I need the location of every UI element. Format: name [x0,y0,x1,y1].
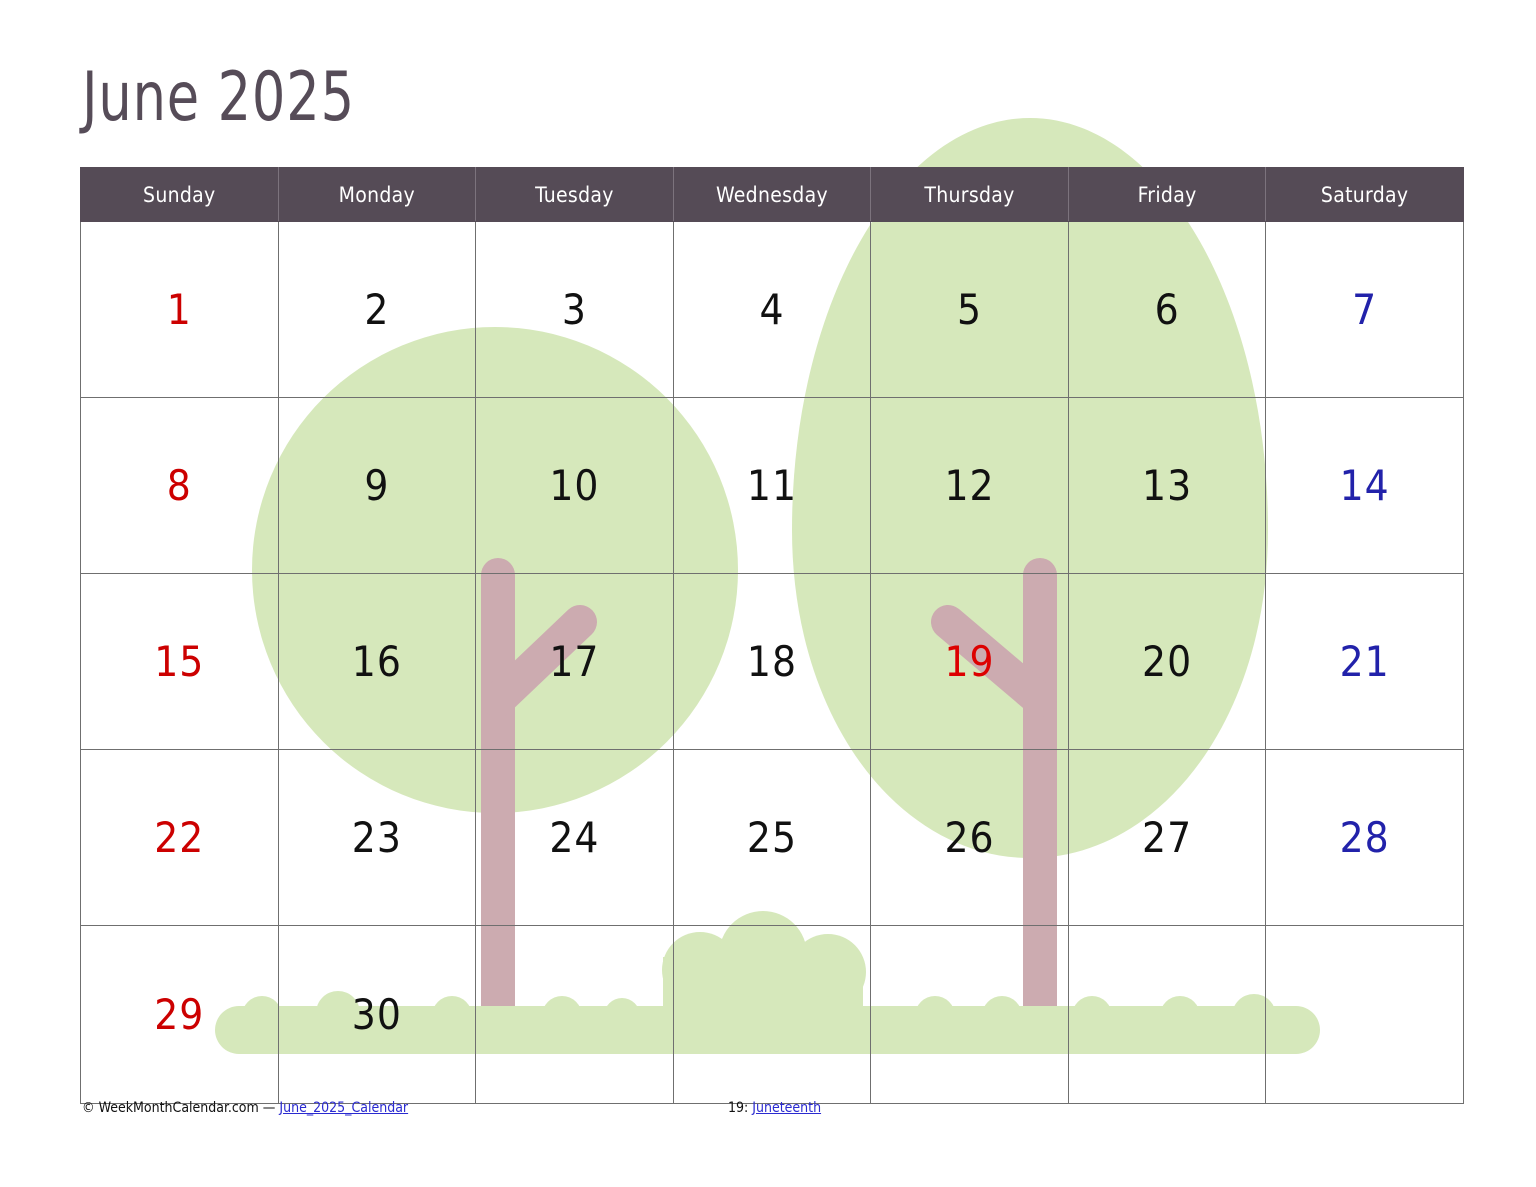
weekday-header-wednesday: Wednesday [672,167,872,222]
day-number: 25 [746,812,797,862]
weekday-header-monday: Monday [277,167,477,222]
day-number: 14 [1339,460,1390,510]
day-cell[interactable]: 10 [475,397,674,574]
day-number: 11 [746,460,797,510]
day-cell[interactable]: 6 [1067,221,1267,398]
footer-holiday-link[interactable]: Juneteenth [752,1100,821,1116]
day-number: 18 [746,636,797,686]
day-cell[interactable]: 21 [1265,573,1464,750]
day-number: 4 [759,284,785,334]
day-cell-empty [672,925,872,1104]
footer-dash: — [262,1100,276,1116]
day-number: 22 [154,812,205,862]
day-cell[interactable]: 11 [672,397,872,574]
footer-calendar-link[interactable]: June_2025_Calendar [279,1100,408,1116]
day-number: 9 [364,460,390,510]
day-number: 1 [166,284,192,334]
day-number: 5 [957,284,983,334]
day-cell[interactable]: 3 [475,221,674,398]
day-cell[interactable]: 19 [870,573,1069,750]
day-cell[interactable]: 9 [277,397,477,574]
day-number: 20 [1142,636,1193,686]
day-cell-empty [1067,925,1267,1104]
day-number: 21 [1339,636,1390,686]
day-number: 29 [154,989,205,1039]
day-cell[interactable]: 5 [870,221,1069,398]
day-number: 27 [1142,812,1193,862]
weekday-header-tuesday: Tuesday [475,167,674,222]
calendar-week-row: 29 30 [80,925,1464,1104]
copyright-icon: © [82,1100,95,1116]
day-number: 12 [944,460,995,510]
day-number: 7 [1352,284,1378,334]
weekday-header-saturday: Saturday [1265,167,1464,222]
day-cell[interactable]: 24 [475,749,674,926]
day-cell[interactable]: 17 [475,573,674,750]
footer-holiday-date: 19: [728,1100,749,1116]
calendar-week-row: 22 23 24 25 26 27 28 [80,749,1464,926]
day-cell[interactable]: 8 [80,397,279,574]
footer-credit: © WeekMonthCalendar.com — June_2025_Cale… [82,1100,408,1116]
day-number: 17 [549,636,600,686]
day-number: 24 [549,812,600,862]
day-cell[interactable]: 7 [1265,221,1464,398]
calendar-page: June 2025 Sunday Monday Tuesday Wednesda… [0,0,1536,1187]
weekday-header-thursday: Thursday [870,167,1069,222]
day-cell[interactable]: 12 [870,397,1069,574]
day-cell[interactable]: 4 [672,221,872,398]
day-cell-empty [870,925,1069,1104]
day-cell[interactable]: 22 [80,749,279,926]
day-cell-empty [1265,925,1464,1104]
day-cell[interactable]: 16 [277,573,477,750]
day-cell-empty [475,925,674,1104]
day-cell[interactable]: 18 [672,573,872,750]
calendar-week-row: 15 16 17 18 19 20 21 [80,573,1464,750]
day-cell[interactable]: 14 [1265,397,1464,574]
day-cell[interactable]: 26 [870,749,1069,926]
day-cell[interactable]: 23 [277,749,477,926]
weekday-header-row: Sunday Monday Tuesday Wednesday Thursday… [80,167,1464,222]
day-cell[interactable]: 29 [80,925,279,1104]
calendar-week-row: 8 9 10 11 12 13 14 [80,397,1464,574]
day-cell[interactable]: 2 [277,221,477,398]
day-number: 10 [549,460,600,510]
day-number: 28 [1339,812,1390,862]
weekday-header-friday: Friday [1067,167,1267,222]
day-cell[interactable]: 30 [277,925,477,1104]
day-number: 3 [561,284,587,334]
day-cell[interactable]: 15 [80,573,279,750]
page-title: June 2025 [82,58,355,137]
footer: © WeekMonthCalendar.com — June_2025_Cale… [80,1100,1456,1126]
day-number: 13 [1142,460,1193,510]
day-cell[interactable]: 13 [1067,397,1267,574]
day-cell[interactable]: 25 [672,749,872,926]
calendar-grid: Sunday Monday Tuesday Wednesday Thursday… [80,167,1464,1104]
calendar-week-row: 1 2 3 4 5 6 7 [80,221,1464,398]
day-number: 15 [154,636,205,686]
day-cell[interactable]: 28 [1265,749,1464,926]
day-number: 16 [351,636,402,686]
day-number: 23 [351,812,402,862]
day-number: 19 [944,636,995,686]
day-number: 30 [351,989,402,1039]
day-cell[interactable]: 27 [1067,749,1267,926]
footer-holiday-note: 19: Juneteenth [728,1100,821,1116]
weekday-header-sunday: Sunday [80,167,279,222]
day-number: 26 [944,812,995,862]
day-number: 8 [166,460,192,510]
day-number: 2 [364,284,390,334]
day-cell[interactable]: 20 [1067,573,1267,750]
day-number: 6 [1154,284,1180,334]
footer-site-name: WeekMonthCalendar.com [98,1100,259,1116]
day-cell[interactable]: 1 [80,221,279,398]
